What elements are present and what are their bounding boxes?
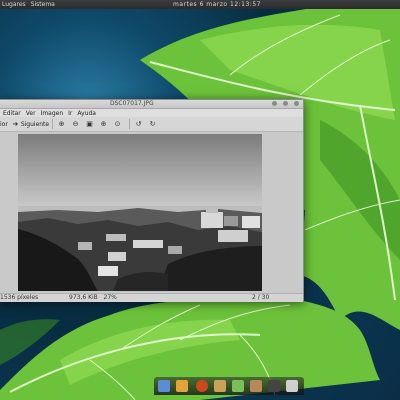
minimize-icon[interactable] — [272, 101, 277, 106]
terminal-icon[interactable] — [268, 380, 280, 392]
panel-menu-lugares[interactable]: Lugares — [2, 1, 26, 8]
menu-imagen[interactable]: Imagen — [41, 110, 64, 117]
dock — [154, 377, 304, 395]
zoom-fit-icon[interactable]: ⊕ — [100, 120, 107, 128]
trash-icon[interactable] — [286, 380, 298, 392]
menu-ver[interactable]: Ver — [26, 110, 36, 117]
archive-icon[interactable] — [214, 380, 226, 392]
zoom-normal-icon[interactable]: ▣ — [86, 120, 93, 128]
menu-ayuda[interactable]: Ayuda — [77, 110, 96, 117]
panel-menu: Lugares Sistema — [2, 1, 55, 8]
image-viewer-window: DSC07017.JPG Editar Ver Imagen Ir Ayuda … — [0, 99, 304, 302]
file-manager-icon[interactable] — [158, 380, 170, 392]
browser-icon[interactable] — [196, 380, 208, 392]
zoom-in-icon[interactable]: ⊕ — [58, 120, 65, 128]
image-view-area[interactable] — [0, 132, 303, 293]
next-button[interactable]: ➜ Siguiente — [12, 118, 49, 130]
panel-clock[interactable]: martes 6 marzo 12:13:57 — [173, 1, 261, 8]
window-statusbar: 1536 píxeles 973,6 KiB 27% 2 / 30 — [0, 293, 303, 302]
window-toolbar: ior ➜ Siguiente ⊕ ⊖ ▣ ⊕ ⊙ ↺ ↻ — [0, 117, 303, 132]
window-titlebar[interactable]: DSC07017.JPG — [0, 100, 303, 109]
close-icon[interactable] — [294, 101, 299, 106]
next-label: Siguiente — [20, 120, 50, 128]
menu-ir[interactable]: Ir — [68, 110, 72, 117]
panel-menu-sistema[interactable]: Sistema — [31, 1, 55, 8]
rotate-left-icon[interactable]: ↺ — [135, 120, 142, 128]
status-size: 973,6 KiB — [69, 294, 98, 301]
status-position: 2 / 30 — [252, 294, 270, 301]
toolbar-separator — [129, 119, 131, 129]
zoom-out-icon[interactable]: ⊖ — [72, 120, 79, 128]
status-size-zoom: 973,6 KiB 27% — [69, 294, 117, 301]
previous-button[interactable]: ior — [0, 118, 8, 130]
toolbar-separator — [52, 119, 54, 129]
previous-label: ior — [0, 120, 8, 128]
search-icon[interactable]: ⊙ — [114, 120, 121, 128]
window-menubar: Editar Ver Imagen Ir Ayuda — [0, 109, 303, 117]
software-center-icon[interactable] — [232, 380, 244, 392]
status-dimensions: 1536 píxeles — [0, 294, 38, 301]
window-title: DSC07017.JPG — [110, 100, 154, 107]
rotate-right-icon[interactable]: ↻ — [149, 120, 156, 128]
top-panel: Lugares Sistema martes 6 marzo 12:13:57 — [0, 0, 400, 9]
status-dimensions-text: 1536 píxeles — [0, 294, 39, 301]
maximize-icon[interactable] — [283, 101, 288, 106]
arrow-right-icon: ➜ — [12, 119, 19, 128]
folder-icon[interactable] — [176, 380, 188, 392]
photo-image — [18, 134, 262, 291]
photo-viewer-icon[interactable] — [250, 380, 262, 392]
menu-editar[interactable]: Editar — [3, 110, 21, 117]
status-zoom: 27% — [103, 294, 117, 301]
